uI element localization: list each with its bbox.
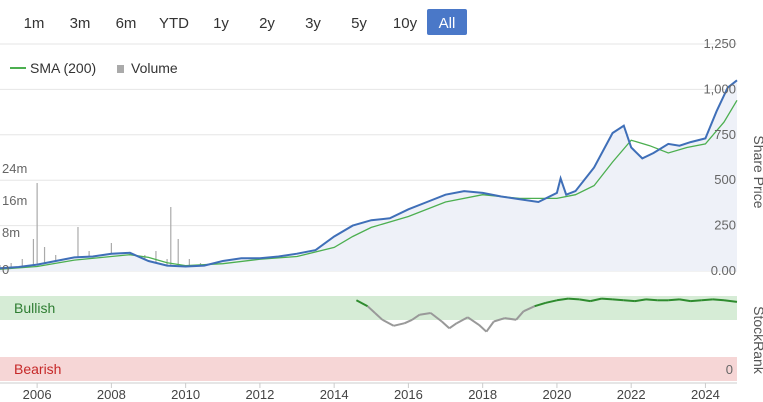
x-axis: 2006 2008 2010 2012 2014 2016 2018 2020 2022 2024 — [23, 383, 720, 402]
x-tick-label: 2010 — [171, 387, 200, 402]
share-price-axis-label: Share Price — [751, 135, 763, 208]
volume-bar — [36, 183, 38, 271]
price-area-fill — [0, 80, 737, 271]
volume-tick-label: 16m — [2, 193, 27, 208]
range-button-3y[interactable]: 3y — [305, 15, 321, 32]
volume-tick-label: 24m — [2, 161, 27, 176]
volume-y-axis: 0 8m 16m 24m — [2, 161, 27, 277]
volume-legend-label[interactable]: Volume — [131, 60, 178, 76]
stock-chart: 1m 3m 6m YTD 1y 2y 3y 5y 10y All SMA (200) Volume… — [0, 9, 763, 402]
range-button-3m[interactable]: 3m — [70, 15, 91, 32]
volume-legend-swatch — [117, 65, 124, 73]
volume-tick-label: 8m — [2, 225, 20, 240]
range-button-1m[interactable]: 1m — [24, 15, 45, 32]
range-selector: 1m 3m 6m YTD 1y 2y 3y 5y 10y All — [24, 9, 467, 35]
stockrank-segment — [393, 322, 405, 327]
x-tick-label: 2014 — [320, 387, 349, 402]
legend: SMA (200) Volume — [10, 60, 178, 76]
range-button-6m[interactable]: 6m — [116, 15, 137, 32]
volume-tick-label: 0 — [2, 262, 9, 277]
x-tick-label: 2006 — [23, 387, 52, 402]
sma-legend-label[interactable]: SMA (200) — [30, 60, 96, 76]
range-button-5y[interactable]: 5y — [351, 15, 367, 32]
x-tick-label: 2012 — [245, 387, 274, 402]
range-button-ytd[interactable]: YTD — [159, 15, 189, 32]
x-tick-label: 2008 — [97, 387, 126, 402]
stockrank-segment — [485, 320, 495, 333]
bearish-band — [0, 357, 737, 381]
price-tick-label: 250 — [714, 218, 736, 233]
x-tick-label: 2024 — [691, 387, 720, 402]
stockrank-segment — [601, 297, 613, 301]
volume-bar — [170, 207, 172, 271]
price-tick-label: 1,000 — [703, 81, 736, 96]
stockrank-segment — [448, 322, 458, 330]
stockrank-segment — [441, 320, 450, 330]
bullish-label: Bullish — [14, 300, 55, 316]
stockrank-segment — [645, 298, 658, 302]
x-tick-label: 2018 — [468, 387, 497, 402]
price-tick-label: 0.00 — [711, 263, 736, 278]
stockrank-segment — [478, 324, 488, 333]
bearish-label: Bearish — [14, 361, 61, 377]
stockrank-segment — [668, 298, 680, 302]
range-button-all[interactable]: All — [439, 15, 456, 32]
stockrank-segment — [701, 298, 713, 302]
x-tick-label: 2016 — [394, 387, 423, 402]
range-button-1y[interactable]: 1y — [213, 15, 229, 32]
stockrank-segment — [404, 318, 413, 325]
stockrank-segment — [623, 299, 635, 303]
range-button-2y[interactable]: 2y — [259, 15, 275, 32]
price-tick-label: 500 — [714, 172, 736, 187]
x-tick-label: 2022 — [617, 387, 646, 402]
price-tick-label: 750 — [714, 127, 736, 142]
stockrank-segment — [712, 298, 725, 302]
stockrank-segment — [381, 318, 395, 327]
range-button-10y[interactable]: 10y — [393, 15, 418, 32]
stockrank-segment — [612, 298, 624, 302]
stockrank-zero-label: 0 — [726, 362, 733, 377]
price-tick-label: 1,250 — [703, 36, 736, 51]
stockrank-axis-label: StockRank — [751, 306, 763, 375]
stockrank-segment — [568, 297, 580, 301]
x-tick-label: 2020 — [542, 387, 571, 402]
stockrank-segment — [690, 299, 702, 303]
